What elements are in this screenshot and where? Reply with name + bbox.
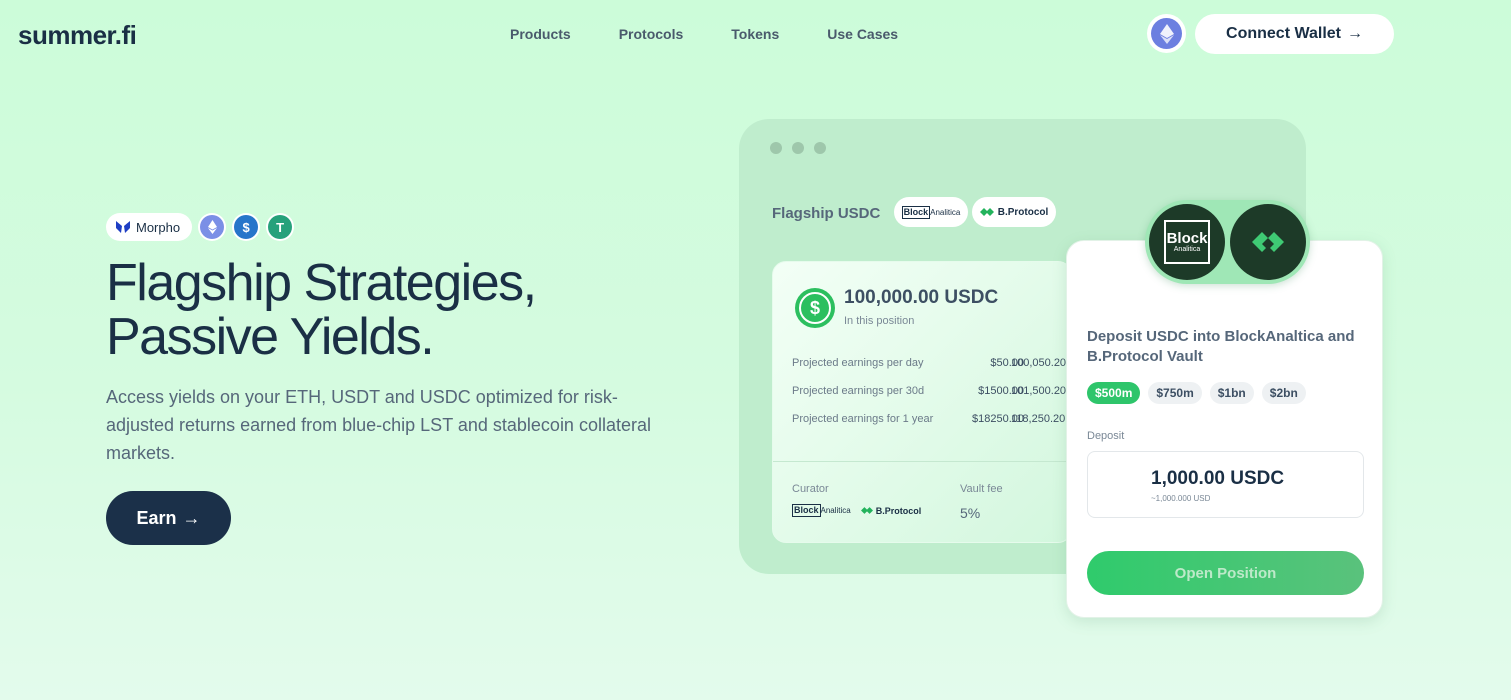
hero-title-line2: Passive Yields. — [106, 308, 435, 366]
earnings-total: 101,500.20 — [1011, 385, 1067, 397]
blockanalitica-badge-title: Block — [1166, 229, 1208, 247]
blockanalitica-pill: Block Analitica — [894, 197, 968, 227]
vault-fee-value: 5% — [960, 505, 981, 521]
hero-title-line1: Flagship Strategies, — [106, 254, 537, 312]
earn-button[interactable]: Earn → — [106, 491, 231, 545]
connect-wallet-button[interactable]: Connect Wallet → — [1195, 14, 1394, 54]
amount-preset-500m[interactable]: $500m — [1087, 382, 1141, 404]
window-dot — [792, 142, 804, 154]
blockanalitica-suffix: Analitica — [930, 207, 961, 217]
nav-tokens[interactable]: Tokens — [731, 26, 779, 42]
earnings-total: 100,050.20 — [1011, 357, 1067, 369]
deposit-label: Deposit — [1087, 430, 1125, 442]
earnings-total: 118,250.20 — [1011, 413, 1066, 425]
deposit-input[interactable]: 1,000.00 USDC ~1,000.000 USD — [1087, 451, 1364, 518]
tether-icon: T — [266, 213, 295, 241]
morpho-icon — [116, 221, 130, 233]
deposit-card: Deposit USDC into BlockAnaltica and B.Pr… — [1066, 240, 1383, 618]
earnings-label: Projected earnings for 1 year — [792, 413, 934, 425]
blockanalitica-badge: Block Analitica — [1149, 204, 1225, 280]
blockanalitica-logo: Block Analitica — [792, 504, 851, 517]
bprotocol-icon — [1252, 232, 1284, 252]
hero-title: Flagship Strategies, Passive Yields. — [106, 254, 537, 366]
earn-label: Earn — [136, 507, 177, 528]
blockanalitica-mark: Block — [792, 504, 821, 517]
deposit-value: 1,000.00 USDC — [1151, 468, 1285, 489]
morpho-chip: Morpho — [106, 213, 193, 241]
earnings-table: Projected earnings per day $50.00 100,05… — [792, 357, 1071, 441]
earnings-row: Projected earnings for 1 year $18250.00 … — [792, 413, 1071, 441]
position-subtitle: In this position — [844, 315, 915, 327]
protocol-chips: Morpho $ T — [106, 213, 295, 241]
window-dot — [814, 142, 826, 154]
bprotocol-icon — [979, 208, 994, 216]
vault-fee-label: Vault fee — [960, 483, 1003, 495]
network-selector[interactable] — [1147, 14, 1186, 53]
nav-products[interactable]: Products — [510, 26, 571, 42]
amount-preset-750m[interactable]: $750m — [1148, 382, 1202, 404]
window-dot — [770, 142, 782, 154]
blockanalitica-suffix: Analitica — [820, 506, 851, 515]
blockanalitica-logo: Block — [901, 205, 931, 219]
blockanalitica-badge-sub: Analitica — [1173, 245, 1201, 253]
blockanalitica-logo: Block Analitica — [1164, 220, 1210, 264]
arrow-right-icon: → — [1346, 25, 1363, 42]
morpho-label: Morpho — [136, 219, 181, 235]
position-summary: $ 100,000.00 USDC In this position Proje… — [772, 261, 1072, 543]
nav-use-cases[interactable]: Use Cases — [827, 26, 898, 42]
arrow-right-icon: → — [182, 507, 201, 528]
bprotocol-logo: B.Protocol — [860, 505, 922, 516]
divider — [773, 461, 1071, 462]
amount-presets: $500m $750m $1bn $2bn — [1087, 382, 1306, 404]
vault-title: Flagship USDC — [772, 205, 881, 222]
bprotocol-label: B.Protocol — [997, 206, 1049, 218]
connect-wallet-label: Connect Wallet — [1226, 25, 1341, 42]
curator-logos: Block Analitica B.Protocol — [792, 504, 921, 517]
hero-description: Access yields on your ETH, USDT and USDC… — [106, 387, 651, 463]
bprotocol-icon — [860, 507, 873, 514]
position-amount: 100,000.00 USDC — [844, 287, 999, 308]
bprotocol-pill: B.Protocol — [972, 197, 1056, 227]
amount-preset-1bn[interactable]: $1bn — [1209, 382, 1254, 404]
earnings-label: Projected earnings per day — [792, 357, 924, 369]
usdc-icon: $ — [795, 288, 835, 328]
open-position-button[interactable]: Open Position — [1087, 551, 1364, 595]
earnings-row: Projected earnings per 30d $1500.00 101,… — [792, 385, 1071, 413]
earnings-row: Projected earnings per day $50.00 100,05… — [792, 357, 1071, 385]
bprotocol-badge — [1230, 204, 1306, 280]
ethereum-icon — [1151, 18, 1182, 49]
nav-protocols[interactable]: Protocols — [619, 26, 684, 42]
main-nav: Products Protocols Tokens Use Cases — [510, 26, 898, 42]
curator-badges: Block Analitica — [1145, 200, 1310, 284]
deposit-usd-value: ~1,000.000 USD — [1151, 494, 1211, 503]
ethereum-icon — [198, 213, 227, 241]
usdc-icon: $ — [232, 213, 261, 241]
bprotocol-label: B.Protocol — [875, 505, 922, 516]
window-controls — [770, 142, 826, 154]
deposit-title: Deposit USDC into BlockAnaltica and B.Pr… — [1087, 328, 1355, 365]
earnings-label: Projected earnings per 30d — [792, 385, 925, 397]
curator-label: Curator — [792, 483, 829, 495]
amount-preset-2bn[interactable]: $2bn — [1261, 382, 1306, 404]
summerfi-logo[interactable]: summer.fi — [18, 20, 137, 51]
